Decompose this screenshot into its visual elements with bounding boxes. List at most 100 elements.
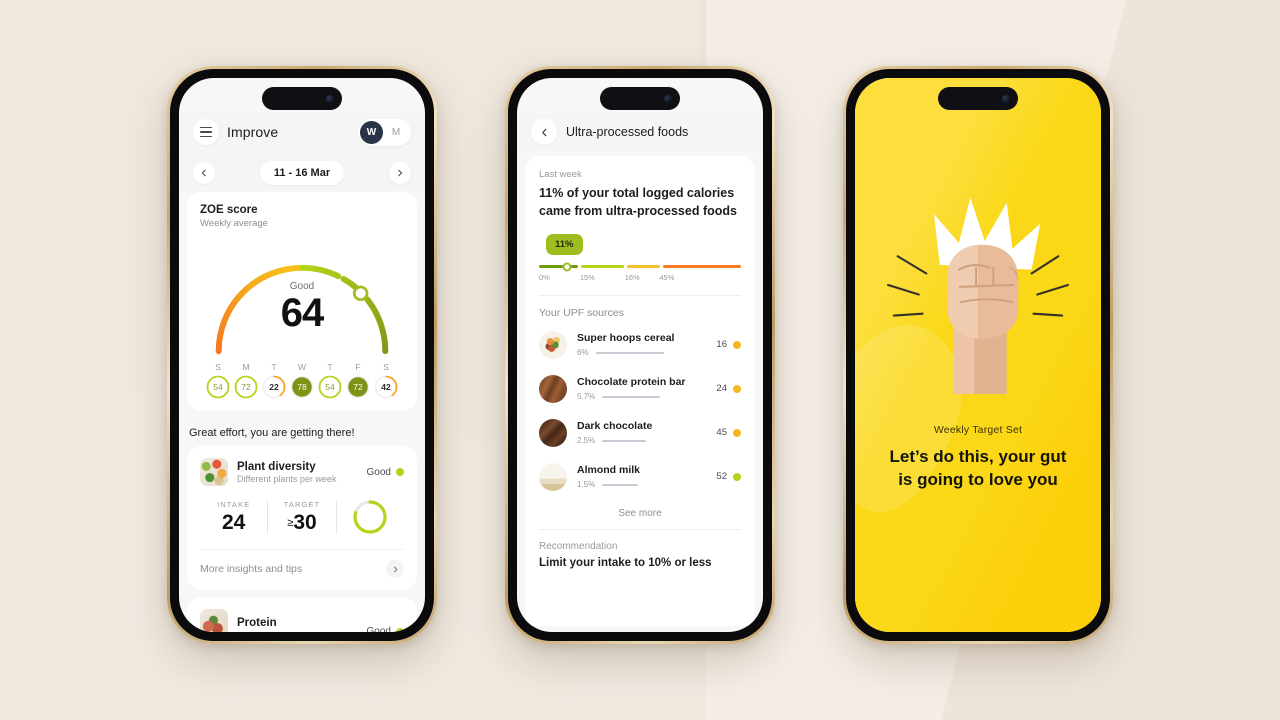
celebration-eyebrow: Weekly Target Set bbox=[933, 424, 1023, 436]
front-camera-icon bbox=[326, 94, 334, 103]
zoe-score-subtitle: Weekly average bbox=[200, 218, 268, 229]
intake-metric: INTAKE 24 bbox=[200, 500, 267, 535]
cereal-bowl-icon bbox=[539, 330, 567, 359]
upf-percent-badge: 11% bbox=[546, 234, 583, 256]
upf-sources-title: Your UPF sources bbox=[539, 306, 624, 319]
upf-sheet: Last week 11% of your total logged calor… bbox=[525, 156, 755, 626]
upf-scale-ticks: 0% 15% 16% 45% bbox=[539, 273, 741, 282]
upf-source-row[interactable]: Super hoops cereal 6% 16 bbox=[539, 323, 741, 367]
more-insights-chevron-right-icon[interactable] bbox=[386, 560, 404, 578]
period-toggle[interactable]: W M bbox=[358, 118, 411, 146]
section-divider bbox=[539, 294, 741, 296]
zoe-score-card[interactable]: ZOE score Weekly average Good 64 S 54 M … bbox=[187, 192, 417, 411]
weekday-6[interactable]: S 42 bbox=[372, 362, 400, 399]
protein-thumbnail-icon bbox=[200, 609, 228, 632]
plant-diversity-name: Plant diversity bbox=[237, 460, 316, 473]
upf-source-row[interactable]: Almond milk 1.5% 52 bbox=[539, 455, 741, 499]
see-more-button[interactable]: See more bbox=[539, 499, 741, 519]
upf-badge-row: 11% bbox=[539, 234, 741, 262]
target-label: TARGET bbox=[283, 499, 321, 509]
upf-source-name: Dark chocolate bbox=[577, 420, 653, 433]
upf-source-percent-row: 5.7% bbox=[577, 392, 716, 401]
weekday-scores: S 54 M 72 T 22 W 78 T 54 F 72 S 42 bbox=[200, 362, 404, 399]
zoe-score-title: ZOE score bbox=[200, 204, 258, 216]
status-dot-icon bbox=[396, 627, 404, 632]
upf-source-percent: 6% bbox=[577, 348, 589, 358]
upf-eyebrow: Last week bbox=[539, 169, 582, 180]
celebration-headline: Let’s do this, your gut is going to love… bbox=[877, 446, 1079, 492]
weekday-label: F bbox=[355, 362, 361, 372]
next-week-button[interactable] bbox=[388, 162, 411, 184]
plant-diversity-header: Plant diversity Different plants per wee… bbox=[200, 458, 404, 486]
weekday-1[interactable]: M 72 bbox=[232, 362, 260, 399]
back-button[interactable] bbox=[531, 119, 557, 145]
upf-source-percent: 5.7% bbox=[577, 392, 596, 402]
scale-tick-1: 15% bbox=[579, 272, 595, 282]
upf-source-bar bbox=[602, 395, 661, 399]
weekday-value: 22 bbox=[269, 382, 279, 392]
screen-upf: Ultra-processed foods Last week 11% of y… bbox=[517, 78, 763, 632]
weekday-label: W bbox=[297, 362, 307, 372]
status-dot-icon bbox=[733, 384, 741, 393]
fist-illustration bbox=[887, 197, 1069, 394]
upf-source-info: Super hoops cereal 6% bbox=[577, 332, 716, 357]
plant-diversity-status-label: Good bbox=[366, 466, 391, 478]
protein-status-label: Good bbox=[366, 626, 391, 632]
period-toggle-month[interactable]: M bbox=[383, 127, 409, 138]
upf-source-score: 45 bbox=[716, 427, 741, 438]
gauge-score-value: 64 bbox=[280, 291, 325, 335]
plant-diversity-thumbnail-icon bbox=[200, 458, 228, 486]
upf-sources-list: Super hoops cereal 6% 16 Chocolate protein … bbox=[539, 323, 741, 499]
intake-value: 24 bbox=[221, 510, 246, 534]
weekday-label: S bbox=[215, 362, 221, 372]
screen-celebration: Weekly Target Set Let’s do this, your gu… bbox=[855, 78, 1101, 632]
plant-diversity-status: Good bbox=[367, 467, 404, 478]
upf-source-percent: 1.5% bbox=[577, 480, 596, 490]
weekday-label: T bbox=[327, 362, 333, 372]
weekday-3[interactable]: W 78 bbox=[288, 362, 316, 399]
front-camera-icon bbox=[664, 94, 672, 103]
phone-bezel: Weekly Target Set Let’s do this, your gu… bbox=[846, 69, 1110, 641]
weekday-4[interactable]: T 54 bbox=[316, 362, 344, 399]
weekday-0[interactable]: S 54 bbox=[204, 362, 232, 399]
phone-bezel: Improve W M 11 - 16 Mar ZOE score Weekly… bbox=[170, 69, 434, 641]
weekday-2[interactable]: T 22 bbox=[260, 362, 288, 399]
plant-diversity-metrics: INTAKE 24 TARGET ≥30 bbox=[200, 498, 404, 536]
week-navigator: 11 - 16 Mar bbox=[193, 154, 411, 192]
status-dot-icon bbox=[733, 428, 741, 437]
plant-diversity-card[interactable]: Plant diversity Different plants per wee… bbox=[187, 446, 417, 590]
status-dot-icon bbox=[733, 472, 741, 481]
almond-milk-icon bbox=[539, 462, 567, 491]
protein-bar-icon bbox=[539, 374, 567, 403]
screen-improve: Improve W M 11 - 16 Mar ZOE score Weekly… bbox=[179, 78, 425, 632]
protein-card[interactable]: Protein Good bbox=[187, 597, 417, 632]
protein-header: Protein Good bbox=[200, 609, 404, 632]
upf-source-row[interactable]: Dark chocolate 2.5% 45 bbox=[539, 411, 741, 455]
upf-page-title: Ultra-processed foods bbox=[566, 125, 689, 139]
upf-source-percent-row: 6% bbox=[577, 348, 716, 357]
weekday-label: M bbox=[242, 362, 250, 372]
weekday-5[interactable]: F 72 bbox=[344, 362, 372, 399]
upf-source-bar bbox=[595, 351, 664, 355]
date-range-label[interactable]: 11 - 16 Mar bbox=[259, 161, 345, 185]
weekday-value: 72 bbox=[241, 382, 251, 392]
weekday-label: T bbox=[271, 362, 277, 372]
encouragement-text: Great effort, you are getting there! bbox=[189, 427, 355, 439]
upf-scale bbox=[539, 262, 741, 272]
celebration-background: Weekly Target Set Let’s do this, your gu… bbox=[855, 78, 1101, 632]
hamburger-menu-icon[interactable] bbox=[193, 119, 219, 145]
celebration-headline-line1: Let’s do this, your gut bbox=[889, 447, 1067, 466]
upf-source-row[interactable]: Chocolate protein bar 5.7% 24 bbox=[539, 367, 741, 411]
upf-source-name: Super hoops cereal bbox=[577, 332, 675, 345]
more-insights-row[interactable]: More insights and tips bbox=[200, 549, 404, 578]
upf-source-score-value: 52 bbox=[716, 471, 727, 483]
weekday-value: 78 bbox=[297, 382, 307, 392]
status-dot-icon bbox=[396, 468, 404, 476]
prev-week-button[interactable] bbox=[193, 162, 215, 184]
avatar[interactable]: W bbox=[360, 120, 383, 144]
weekday-value: 42 bbox=[381, 382, 391, 392]
progress-ring-cell bbox=[337, 498, 404, 536]
target-number: 30 bbox=[293, 510, 317, 534]
weekday-value: 54 bbox=[213, 382, 223, 392]
upf-source-info: Almond milk 1.5% bbox=[577, 464, 716, 489]
